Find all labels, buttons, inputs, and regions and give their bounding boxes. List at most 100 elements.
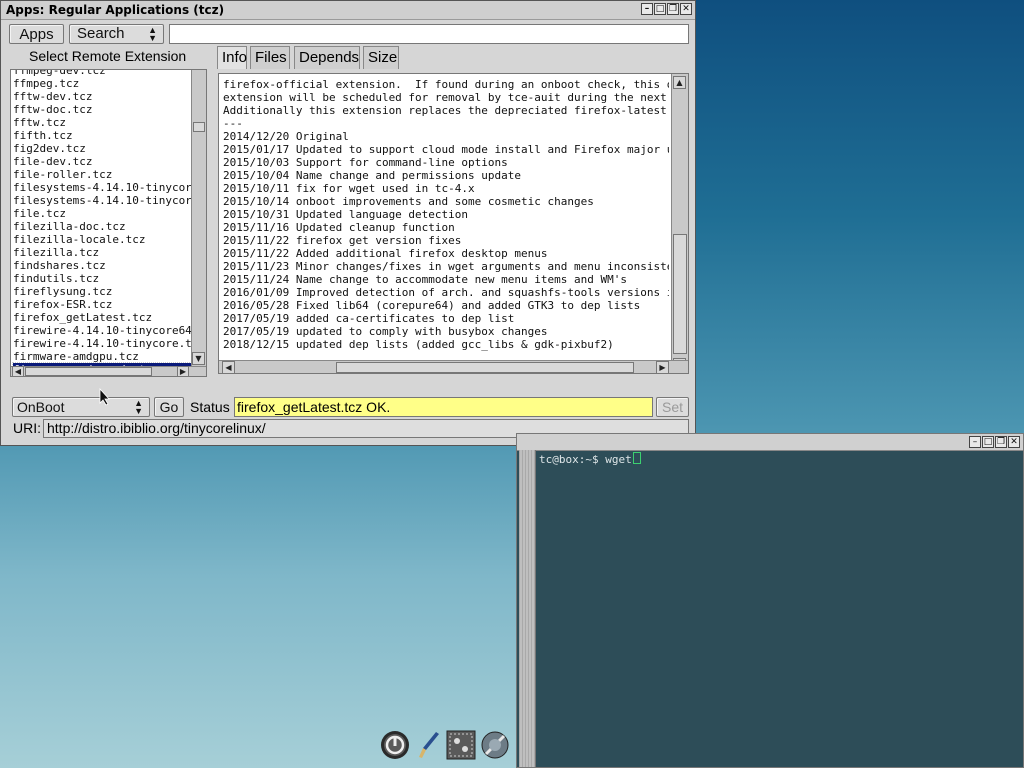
list-item[interactable]: firewire-4.14.10-tinycore.tcz xyxy=(13,337,195,350)
info-line: 2015/10/11 fix for wget used in tc-4.x xyxy=(223,182,475,195)
info-line: 2018/12/15 updated dep lists (added gcc_… xyxy=(223,338,614,351)
search-input[interactable] xyxy=(169,24,689,44)
info-text: firefox-official extension. If found dur… xyxy=(223,78,669,351)
list-item[interactable]: filezilla.tcz xyxy=(13,246,195,259)
scroll-down-icon[interactable]: ▼ xyxy=(192,352,205,365)
restore-icon[interactable]: ❐ xyxy=(995,436,1007,448)
restore-icon[interactable]: ❐ xyxy=(667,3,679,15)
list-item[interactable]: firewire-4.14.10-tinycore64.tc xyxy=(13,324,195,337)
apps-window: Apps: Regular Applications (tcz) – □ ❐ ✕… xyxy=(0,0,696,446)
cursor-icon xyxy=(632,452,641,464)
info-scroll-left-icon[interactable]: ◀ xyxy=(222,361,235,373)
list-item[interactable]: file.tcz xyxy=(13,207,195,220)
info-line: 2015/10/31 Updated language detection xyxy=(223,208,469,221)
info-line: 2015/10/04 Name change and permissions u… xyxy=(223,169,522,182)
list-item[interactable]: filesystems-4.14.10-tinycore.t xyxy=(13,194,195,207)
info-scroll-thumb[interactable] xyxy=(673,234,687,354)
terminal-scrollbar[interactable] xyxy=(519,450,536,767)
list-scroll-thumb[interactable] xyxy=(193,122,205,132)
apps-menu-button[interactable]: Apps xyxy=(9,24,64,44)
control-panel-icon[interactable] xyxy=(446,730,476,760)
maximize-icon[interactable]: □ xyxy=(654,3,666,15)
info-line: 2014/12/20 Original xyxy=(223,130,349,143)
info-line: firefox-official extension. If found dur… xyxy=(223,78,669,91)
info-line: 2015/11/16 Updated cleanup function xyxy=(223,221,455,234)
tab-size[interactable]: Size xyxy=(363,46,399,69)
list-item[interactable]: filezilla-locale.tcz xyxy=(13,233,195,246)
list-item[interactable]: findutils.tcz xyxy=(13,272,195,285)
minimize-icon[interactable]: – xyxy=(641,3,653,15)
tab-depends[interactable]: Depends xyxy=(294,46,360,69)
info-line: 2015/11/22 Added additional firefox desk… xyxy=(223,247,548,260)
onboot-select[interactable]: OnBoot ▲ ▼ xyxy=(12,397,150,417)
apps-browser-icon[interactable] xyxy=(480,730,514,760)
list-hscroll-thumb[interactable] xyxy=(25,367,152,376)
close-icon[interactable]: ✕ xyxy=(680,3,692,15)
list-item[interactable]: fftw-doc.tcz xyxy=(13,103,195,116)
onboot-select-value: OnBoot xyxy=(17,399,65,415)
uri-label: URI: xyxy=(13,420,41,436)
list-item[interactable]: fig2dev.tcz xyxy=(13,142,195,155)
info-line: extension will be scheduled for removal … xyxy=(223,91,669,104)
scroll-left-icon[interactable]: ◀ xyxy=(12,366,24,376)
terminal-titlebar[interactable]: – □ ❐ ✕ xyxy=(517,434,1023,451)
info-line: 2016/01/09 Improved detection of arch. a… xyxy=(223,286,669,299)
search-menu-label: Search xyxy=(77,25,125,42)
status-label: Status xyxy=(190,399,230,415)
info-line: 2017/05/19 updated to comply with busybo… xyxy=(223,325,548,338)
list-item[interactable]: fftw-dev.tcz xyxy=(13,90,195,103)
terminal-controls: – □ ❐ ✕ xyxy=(969,436,1020,448)
mouse-pointer-icon xyxy=(99,388,110,406)
tab-files[interactable]: Files xyxy=(250,46,290,69)
window-controls: – □ ❐ ✕ xyxy=(641,3,692,15)
list-item[interactable]: ffmpeg.tcz xyxy=(13,77,195,90)
info-line: 2015/11/22 firefox get version fixes xyxy=(223,234,462,247)
paintbrush-icon[interactable] xyxy=(414,730,444,760)
maximize-icon[interactable]: □ xyxy=(982,436,994,448)
minimize-icon[interactable]: – xyxy=(969,436,981,448)
list-item[interactable]: firefox-ESR.tcz xyxy=(13,298,195,311)
extension-list-items: ffmpeg-dev.tcz ffmpeg.tcz fftw-dev.tcz fftw… xyxy=(12,70,196,376)
terminal-window[interactable]: – □ ❐ ✕ tc@box:~$ wget xyxy=(516,433,1024,768)
power-icon[interactable] xyxy=(380,730,410,760)
info-line: 2016/05/28 Fixed lib64 (corepure64) and … xyxy=(223,299,641,312)
list-item[interactable]: filesystems-4.14.10-tinycore64 xyxy=(13,181,195,194)
list-item[interactable]: file-roller.tcz xyxy=(13,168,195,181)
spinner-icon: ▲ ▼ xyxy=(148,25,157,43)
info-line: 2015/11/23 Minor changes/fixes in wget a… xyxy=(223,260,669,273)
info-line: 2015/11/24 Name change to accommodate ne… xyxy=(223,273,627,286)
close-icon[interactable]: ✕ xyxy=(1008,436,1020,448)
list-item[interactable]: fifth.tcz xyxy=(13,129,195,142)
info-line: --- xyxy=(223,117,243,130)
info-horizontal-scrollbar[interactable]: ◀ ▶ xyxy=(219,360,688,373)
info-line: 2015/10/14 onboot improvements and some … xyxy=(223,195,594,208)
info-line: 2015/10/03 Support for command-line opti… xyxy=(223,156,508,169)
list-item[interactable]: file-dev.tcz xyxy=(13,155,195,168)
list-item[interactable]: findshares.tcz xyxy=(13,259,195,272)
info-hscroll-thumb[interactable] xyxy=(336,362,634,373)
list-item[interactable]: filezilla-doc.tcz xyxy=(13,220,195,233)
list-item[interactable]: firefox_getLatest.tcz xyxy=(13,311,195,324)
info-vertical-scrollbar[interactable]: ▲ ▼ xyxy=(671,74,688,371)
search-menu-button[interactable]: Search ▲ ▼ xyxy=(69,24,164,44)
info-line: 2015/01/17 Updated to support cloud mode… xyxy=(223,143,669,156)
list-item[interactable]: fftw.tcz xyxy=(13,116,195,129)
terminal-prompt: tc@box:~$ wget xyxy=(539,453,632,466)
go-button[interactable]: Go xyxy=(154,397,184,417)
list-item[interactable]: fireflysung.tcz xyxy=(13,285,195,298)
info-scroll-right-icon[interactable]: ▶ xyxy=(656,361,669,373)
list-item[interactable]: firmware-amdgpu.tcz xyxy=(13,350,195,363)
set-button[interactable]: Set xyxy=(656,397,689,417)
scroll-right-icon[interactable]: ▶ xyxy=(177,366,189,376)
tab-info[interactable]: Info xyxy=(217,46,247,69)
left-panel-heading: Select Remote Extension xyxy=(29,48,187,64)
extension-list[interactable]: ffmpeg-dev.tcz ffmpeg.tcz fftw-dev.tcz fftw… xyxy=(10,69,207,377)
list-horizontal-scrollbar[interactable]: ◀ ▶ xyxy=(11,366,206,376)
list-item[interactable]: ffmpeg-dev.tcz xyxy=(13,70,195,77)
status-field: firefox_getLatest.tcz OK. xyxy=(234,397,653,417)
spinner-icon: ▲ ▼ xyxy=(134,398,143,416)
info-text-area[interactable]: firefox-official extension. If found dur… xyxy=(218,73,689,374)
window-titlebar[interactable]: Apps: Regular Applications (tcz) – □ ❐ ✕ xyxy=(1,1,695,20)
info-scroll-up-icon[interactable]: ▲ xyxy=(673,76,686,89)
list-vertical-scrollbar[interactable]: ▼ xyxy=(191,70,206,366)
